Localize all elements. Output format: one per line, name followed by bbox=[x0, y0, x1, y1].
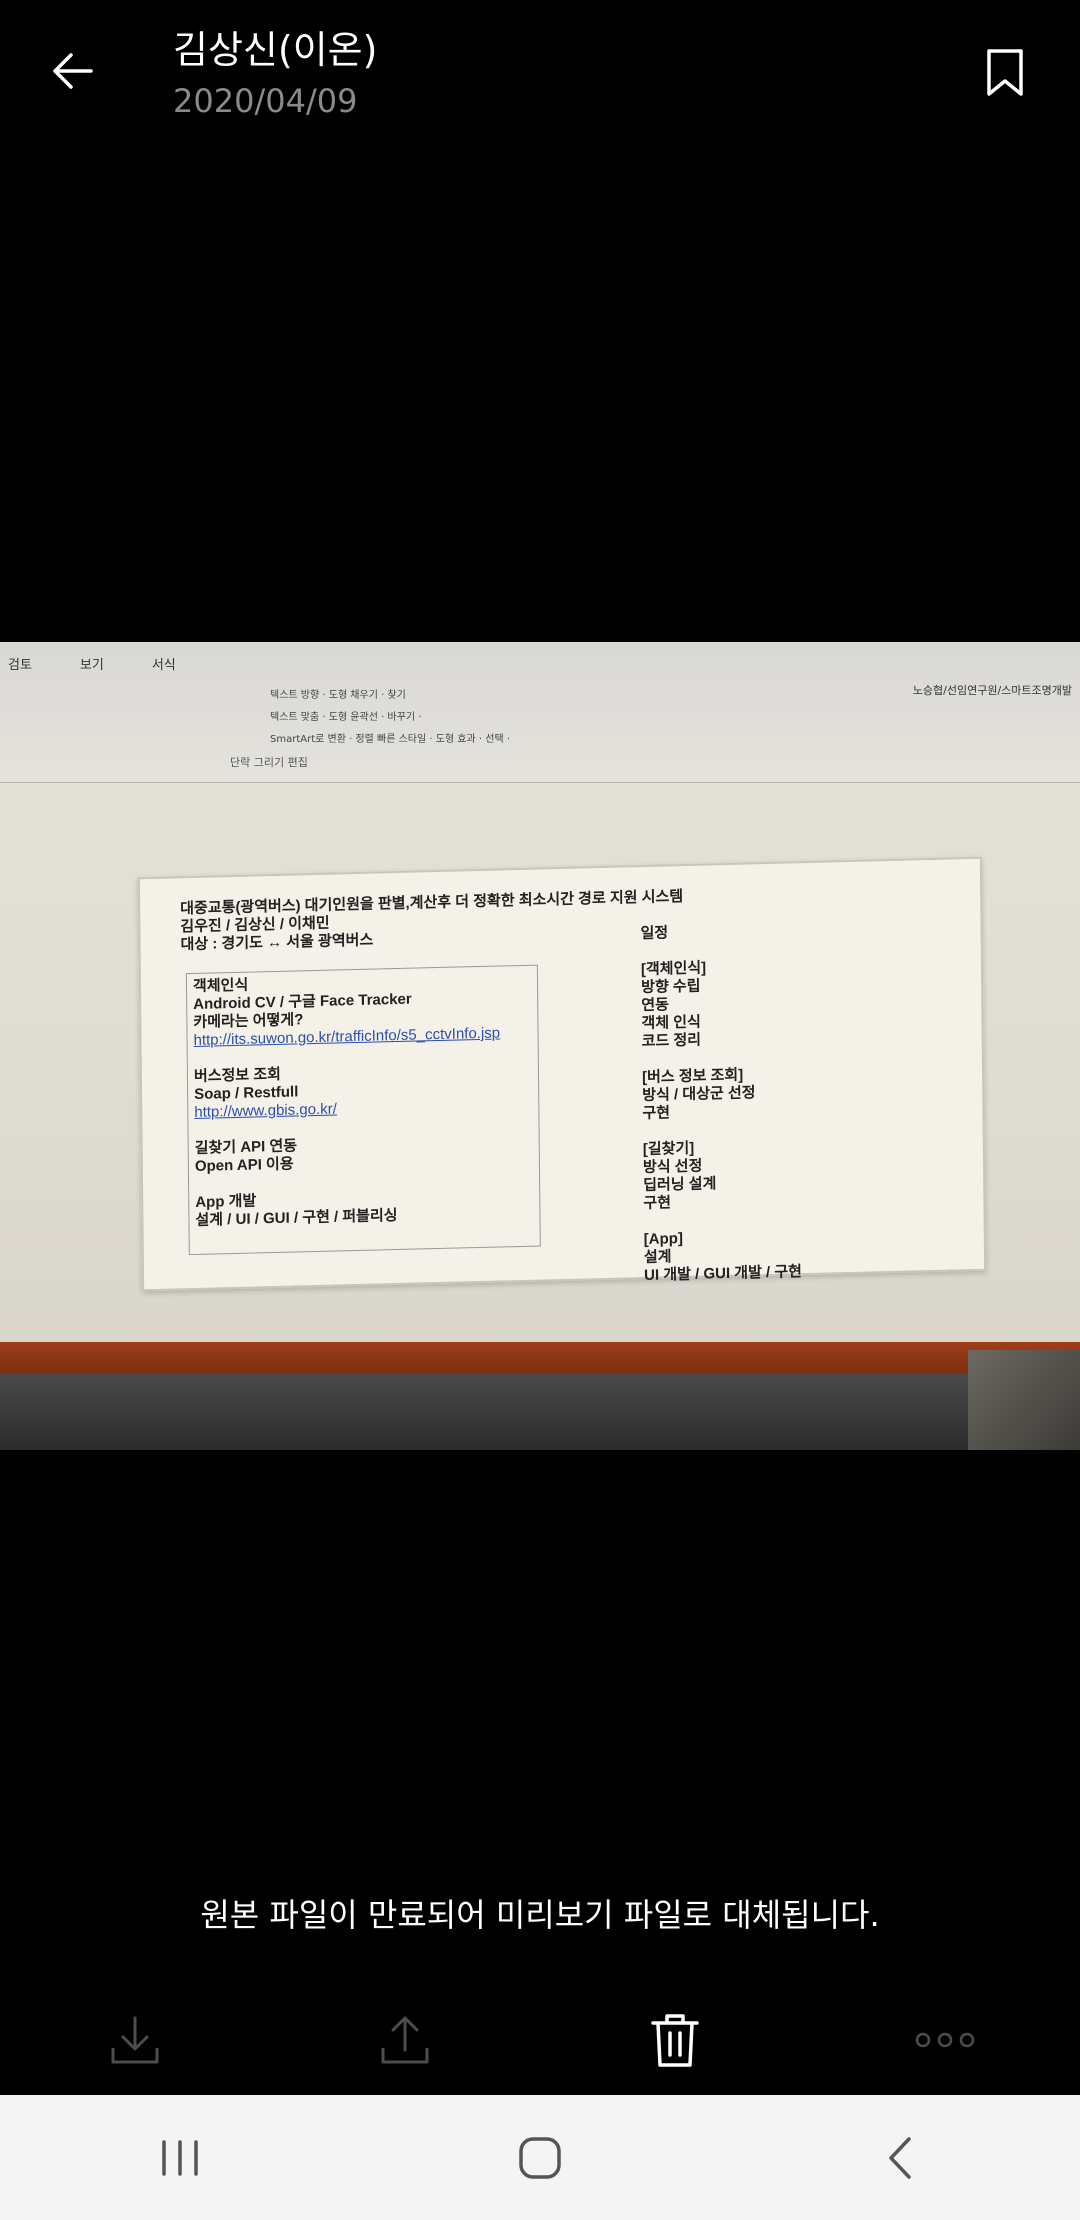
slide-left-column: 객체인식 Android CV / 구글 Face Tracker 카메라는 어… bbox=[193, 971, 502, 1230]
sender-name: 김상신(이온) bbox=[173, 28, 378, 72]
home-button[interactable] bbox=[480, 2108, 600, 2208]
home-icon bbox=[519, 2136, 561, 2179]
photo-menu-item: 보기 bbox=[79, 658, 104, 673]
slide-schedule: 일정 [객체인식] 방향 수립 연동 객체 인식 코드 정리 [버스 정보 조회… bbox=[640, 921, 802, 1285]
title-block: 김상신(이온) 2020/04/09 bbox=[173, 26, 377, 124]
download-icon bbox=[111, 2016, 159, 2064]
system-nav-bar bbox=[0, 2095, 1080, 2220]
photo-ribbon-row: 텍스트 방향 · 도형 채우기 · 찾기 bbox=[270, 690, 406, 701]
trash-icon bbox=[651, 2014, 699, 2067]
bookmark-icon bbox=[987, 49, 1023, 96]
arrow-left-icon bbox=[53, 53, 93, 89]
photo-menu-item: 검토 bbox=[8, 658, 32, 673]
back-icon bbox=[889, 2136, 911, 2179]
recent-apps-icon bbox=[162, 2139, 198, 2176]
download-button[interactable] bbox=[0, 1985, 270, 2095]
photo-ribbon-menu: 검토 보기 서식 bbox=[0, 654, 176, 673]
photo-ribbon-row: SmartArt로 변환 · 정렬 빠른 스타일 · 도형 효과 · 선택 · bbox=[270, 734, 511, 745]
message-date: 2020/04/09 bbox=[173, 82, 358, 120]
share-button[interactable] bbox=[270, 1985, 540, 2095]
bookmark-button[interactable] bbox=[970, 38, 1040, 108]
photo-ribbon-groups: 단락 그리기 편집 bbox=[230, 756, 308, 769]
top-bar: 김상신(이온) 2020/04/09 bbox=[0, 0, 1080, 140]
schedule-line: UI 개발 / GUI 개발 / 구현 bbox=[644, 1263, 803, 1285]
action-bar bbox=[0, 1985, 1080, 2095]
expired-notice: 원본 파일이 만료되어 미리보기 파일로 대체됩니다. bbox=[200, 1896, 880, 1934]
photo-menu-item: 서식 bbox=[151, 658, 176, 673]
more-icon bbox=[915, 2032, 975, 2048]
photo-taskbar bbox=[0, 1342, 1080, 1374]
back-button[interactable] bbox=[38, 36, 108, 106]
photo-ribbon-row: 텍스트 맞춤 · 도형 윤곽선 · 바꾸기 · bbox=[270, 712, 422, 723]
preview-image[interactable]: 검토 보기 서식 노승협/선임연구원/스마트조명개발 텍스트 방향 · 도형 채… bbox=[0, 642, 1080, 1450]
recent-apps-button[interactable] bbox=[120, 2108, 240, 2208]
photo-ribbon: 검토 보기 서식 노승협/선임연구원/스마트조명개발 텍스트 방향 · 도형 채… bbox=[0, 642, 1080, 783]
slide-title-block: 대중교통(광역버스) 대기인원을 판별,계산후 더 정확한 최소시간 경로 지원… bbox=[180, 888, 683, 954]
share-icon bbox=[381, 2016, 429, 2064]
delete-button[interactable] bbox=[540, 1985, 810, 2095]
system-back-button[interactable] bbox=[840, 2108, 960, 2208]
photo-keyboard-area bbox=[0, 1374, 1080, 1450]
image-viewer-screen: 김상신(이온) 2020/04/09 검토 보기 서식 노승협/선임연구원/스마… bbox=[0, 0, 1080, 2220]
more-options-button[interactable] bbox=[810, 1985, 1080, 2095]
photo-slide: 대중교통(광역버스) 대기인원을 판별,계산후 더 정확한 최소시간 경로 지원… bbox=[137, 856, 987, 1292]
photo-webcam-thumbnail bbox=[968, 1350, 1080, 1450]
